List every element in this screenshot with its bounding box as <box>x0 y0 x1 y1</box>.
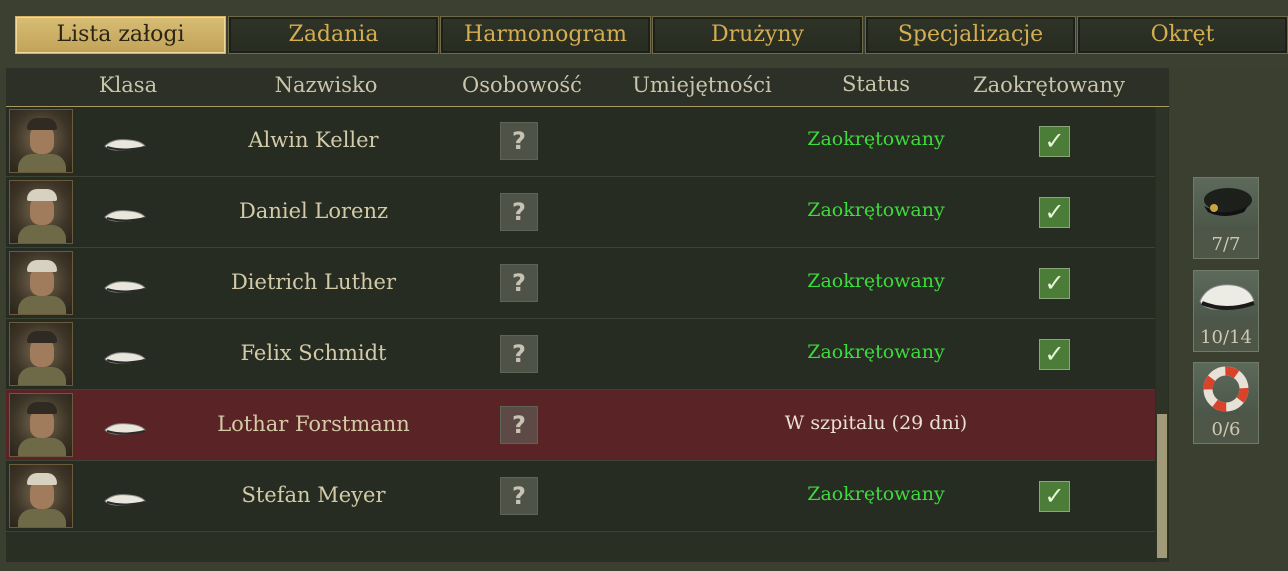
crew-status: Zaokrętowany <box>807 199 945 221</box>
sailor-cap-icon <box>103 207 147 223</box>
personality-unknown-icon[interactable]: ? <box>500 477 538 515</box>
column-header-personality[interactable]: Osobowość <box>442 73 602 97</box>
crew-name: Daniel Lorenz <box>238 199 389 223</box>
crew-status: Zaokrętowany <box>807 270 945 292</box>
personality-unknown-icon[interactable]: ? <box>500 193 538 231</box>
crew-summary-officer-cap[interactable]: 7/7 <box>1193 177 1259 259</box>
tab-schedule[interactable]: Harmonogram <box>440 16 651 54</box>
embarked-checkbox[interactable]: ✓ <box>1039 268 1070 299</box>
column-header-class[interactable]: Klasa <box>78 73 178 97</box>
tab-specializations[interactable]: Specjalizacje <box>865 16 1076 54</box>
crew-status: Zaokrętowany <box>807 128 945 150</box>
tab-ship[interactable]: Okręt <box>1077 16 1288 54</box>
crew-name: Alwin Keller <box>248 128 379 152</box>
column-header-name[interactable]: Nazwisko <box>236 73 416 97</box>
sailor-cap-icon <box>103 136 147 152</box>
crew-count: 0/6 <box>1211 419 1241 440</box>
sailor-cap-icon <box>103 349 147 365</box>
crew-count: 10/14 <box>1200 327 1252 348</box>
crew-name: Felix Schmidt <box>240 341 387 365</box>
personality-unknown-icon[interactable]: ? <box>500 335 538 373</box>
crew-status: Zaokrętowany <box>807 341 945 363</box>
tab-bar: Lista załogi Zadania Harmonogram Drużyny… <box>0 0 1288 66</box>
embarked-checkbox[interactable]: ✓ <box>1039 481 1070 512</box>
table-row[interactable]: Felix Schmidt? Zaokrętowany ✓ <box>6 319 1155 390</box>
crew-status: Zaokrętowany <box>807 483 945 505</box>
tab-tasks[interactable]: Zadania <box>228 16 439 54</box>
personality-unknown-icon[interactable]: ? <box>500 122 538 160</box>
personality-unknown-icon[interactable]: ? <box>500 406 538 444</box>
officer-cap-icon <box>1194 178 1258 230</box>
embarked-checkbox[interactable]: ✓ <box>1039 126 1070 157</box>
crew-portrait <box>9 109 73 173</box>
crew-summary-life-ring[interactable]: 0/6 <box>1193 362 1259 444</box>
crew-name: Stefan Meyer <box>241 483 386 507</box>
crew-count: 7/7 <box>1211 234 1241 255</box>
sailor-cap-icon <box>1194 271 1258 323</box>
tab-crew-list[interactable]: Lista załogi <box>15 16 226 54</box>
personality-unknown-icon[interactable]: ? <box>500 264 538 302</box>
life-ring-icon <box>1194 363 1258 415</box>
embarked-checkbox[interactable]: ✓ <box>1039 197 1070 228</box>
table-row[interactable]: Lothar Forstmann? W szpitalu (29 dni) <box>6 390 1155 461</box>
scrollbar-thumb[interactable] <box>1157 414 1167 558</box>
crew-name: Lothar Forstmann <box>217 412 410 436</box>
crew-summary-sailor-cap[interactable]: 10/14 <box>1193 270 1259 352</box>
column-header-embarked[interactable]: Zaokrętowany <box>964 73 1134 97</box>
crew-portrait <box>9 393 73 457</box>
crew-portrait <box>9 251 73 315</box>
table-row[interactable]: Dietrich Luther? Zaokrętowany ✓ <box>6 248 1155 319</box>
crew-name: Dietrich Luther <box>230 270 397 294</box>
crew-status: W szpitalu (29 dni) <box>784 412 968 434</box>
sailor-cap-icon <box>103 491 147 507</box>
table-row[interactable]: Alwin Keller? Zaokrętowany ✓ <box>6 106 1155 177</box>
table-row[interactable]: Stefan Meyer? Zaokrętowany ✓ <box>6 461 1155 532</box>
tab-teams[interactable]: Drużyny <box>652 16 863 54</box>
scrollbar[interactable] <box>1156 106 1168 562</box>
crew-table: Klasa Nazwisko Osobowość Umiejętności St… <box>6 68 1169 562</box>
sailor-cap-icon <box>103 420 147 436</box>
embarked-checkbox[interactable]: ✓ <box>1039 339 1070 370</box>
crew-portrait <box>9 464 73 528</box>
crew-portrait <box>9 180 73 244</box>
table-row[interactable]: Daniel Lorenz? Zaokrętowany ✓ <box>6 177 1155 248</box>
crew-portrait <box>9 322 73 386</box>
table-header: Klasa Nazwisko Osobowość Umiejętności St… <box>6 68 1169 107</box>
sailor-cap-icon <box>103 278 147 294</box>
column-header-skills[interactable]: Umiejętności <box>622 73 782 97</box>
column-header-status[interactable]: Status <box>806 72 946 96</box>
